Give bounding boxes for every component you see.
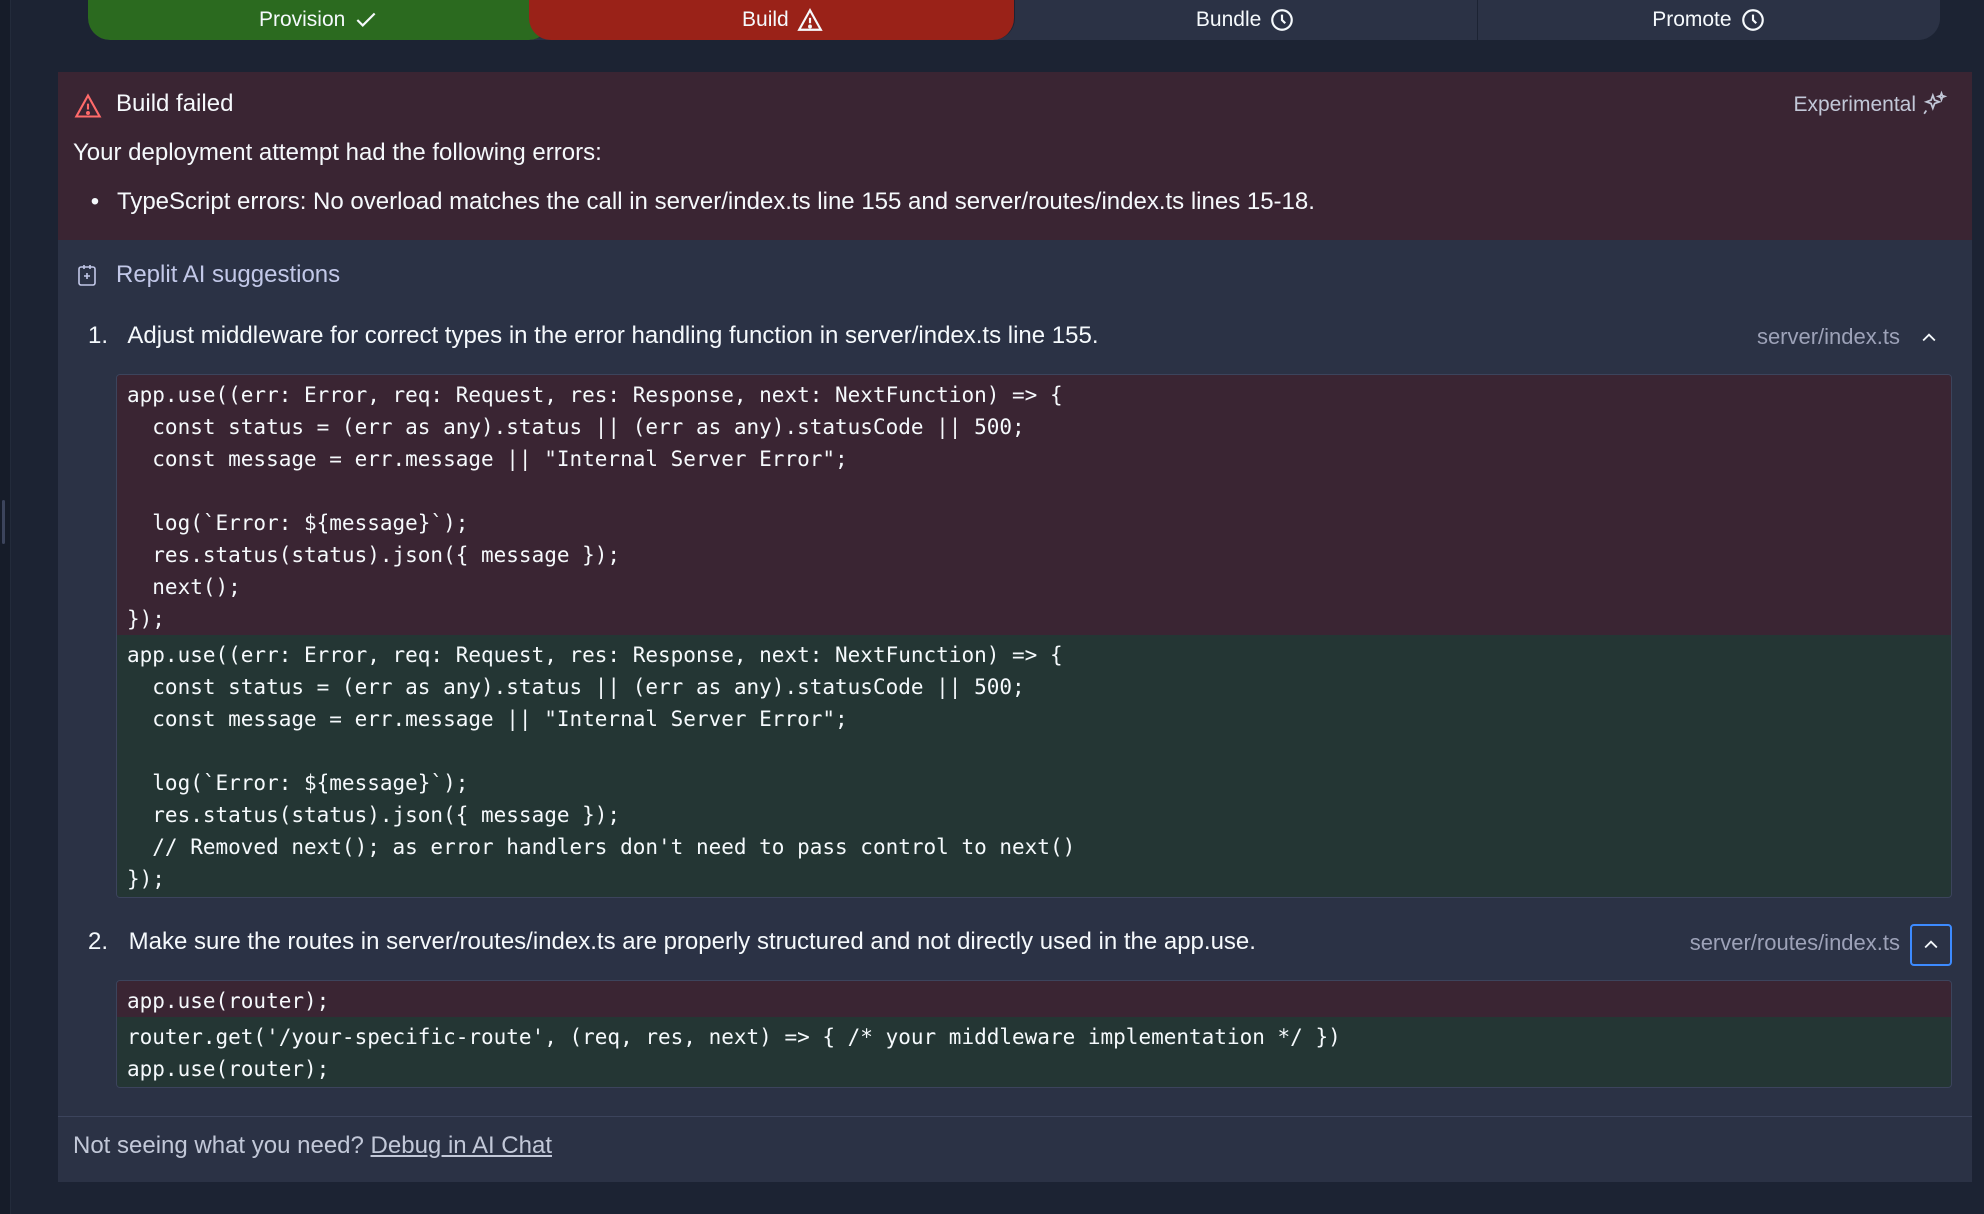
removed-lines: app.use(router); — [117, 981, 1951, 1017]
left-rail — [0, 0, 10, 1214]
code-line: }); — [127, 607, 165, 631]
resize-handle[interactable] — [2, 500, 5, 544]
footer: Not seeing what you need? Debug in AI Ch… — [73, 1132, 552, 1160]
step-label: Promote — [1652, 8, 1732, 31]
code-line: app.use((err: Error, req: Request, res: … — [127, 383, 1063, 407]
build-error-panel: Build failed Experimental Your deploymen… — [58, 72, 1972, 240]
code-line: log(`Error: ${message}`); — [127, 511, 469, 535]
code-diff-1: app.use((err: Error, req: Request, res: … — [116, 374, 1952, 898]
code-line: const status = (err as any).status || (e… — [127, 415, 1025, 439]
added-lines: app.use((err: Error, req: Request, res: … — [117, 635, 1951, 897]
code-diff-2: app.use(router); router.get('/your-speci… — [116, 980, 1952, 1088]
item-number: 1. — [88, 322, 109, 349]
code-line: }); — [127, 867, 165, 891]
warning-icon — [74, 93, 102, 118]
file-label[interactable]: server/routes/index.ts — [1690, 930, 1900, 956]
chevron-up-icon[interactable] — [1914, 323, 1944, 353]
code-line: const status = (err as any).status || (e… — [127, 675, 1025, 699]
code-line: log(`Error: ${message}`); — [127, 771, 469, 795]
step-provision[interactable]: Provision — [88, 0, 552, 40]
error-item-text: TypeScript errors: No overload matches t… — [117, 188, 1315, 215]
step-bundle[interactable]: Bundle — [1014, 0, 1478, 40]
check-icon — [356, 12, 376, 27]
item-text: Adjust middleware for correct types in t… — [127, 322, 1099, 349]
side-gutter — [10, 0, 59, 1214]
chevron-up-icon[interactable] — [1910, 924, 1952, 966]
removed-lines: app.use((err: Error, req: Request, res: … — [117, 375, 1951, 635]
code-line: app.use((err: Error, req: Request, res: … — [127, 643, 1063, 667]
deployment-stepper: Provision Build Bundle Promote — [88, 0, 1940, 40]
sparkle-icon — [1923, 90, 1948, 115]
code-line: const message = err.message || "Internal… — [127, 447, 848, 471]
step-build[interactable]: Build — [529, 0, 1015, 40]
ai-suggestions-panel: Replit AI suggestions 1. Adjust middlewa… — [58, 240, 1972, 1182]
debug-in-ai-chat-link[interactable]: Debug in AI Chat — [371, 1132, 552, 1159]
code-line: app.use(router); — [127, 1057, 330, 1081]
file-label[interactable]: server/index.ts — [1757, 324, 1900, 350]
experimental-badge: Experimental — [1793, 93, 1916, 116]
step-label: Build — [742, 8, 789, 31]
error-list-item: • TypeScript errors: No overload matches… — [73, 188, 1315, 216]
warning-icon — [797, 8, 823, 31]
code-line: const message = err.message || "Internal… — [127, 707, 848, 731]
divider — [58, 1116, 1972, 1117]
error-title: Build failed — [116, 90, 234, 117]
code-line: app.use(router); — [127, 989, 330, 1013]
step-label: Provision — [258, 8, 346, 31]
code-line: // Removed next(); as error handlers don… — [127, 835, 1076, 859]
suggestion-item-2: 2. Make sure the routes in server/routes… — [88, 928, 1256, 956]
code-line: next(); — [127, 575, 241, 599]
added-lines: router.get('/your-specific-route', (req,… — [117, 1017, 1951, 1087]
clock-icon — [1741, 9, 1764, 31]
code-line: router.get('/your-specific-route', (req,… — [127, 1025, 1341, 1049]
deployment-panel: Provision Build Bundle Promote Build fai… — [58, 0, 1972, 1182]
footer-prompt: Not seeing what you need? — [73, 1132, 364, 1159]
clock-icon — [1271, 9, 1294, 31]
suggestion-item-1: 1. Adjust middleware for correct types i… — [88, 322, 1099, 350]
code-line: res.status(status).json({ message }); — [127, 543, 621, 567]
ai-suggestion-icon — [78, 265, 96, 286]
step-label: Bundle — [1195, 8, 1262, 31]
code-line: res.status(status).json({ message }); — [127, 803, 621, 827]
item-text: Make sure the routes in server/routes/in… — [128, 928, 1256, 955]
item-number: 2. — [88, 928, 109, 955]
error-description: Your deployment attempt had the followin… — [73, 139, 602, 166]
suggestions-title: Replit AI suggestions — [116, 261, 341, 288]
bullet: • — [90, 188, 100, 215]
step-promote[interactable]: Promote — [1477, 0, 1940, 40]
